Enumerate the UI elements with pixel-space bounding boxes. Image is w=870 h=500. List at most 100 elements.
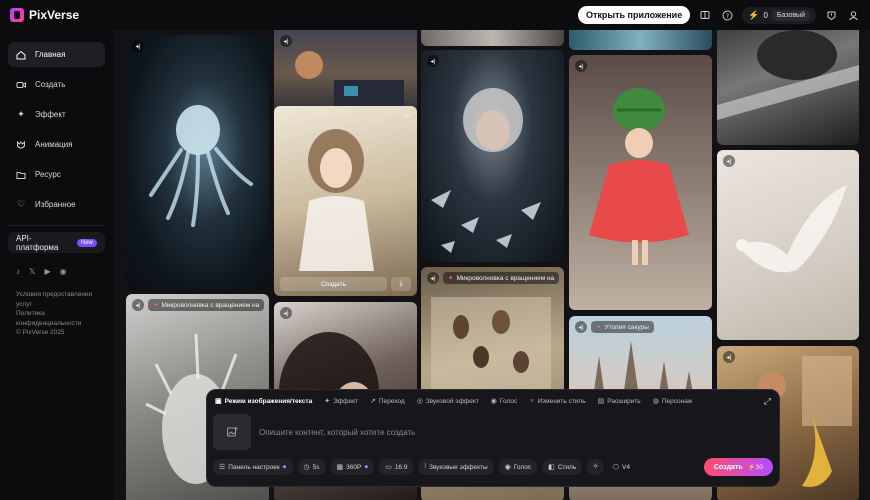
- credits-badge[interactable]: ⚡ 0 Базовый: [742, 6, 816, 24]
- terms-link[interactable]: Условия предоставления услуг: [16, 290, 97, 309]
- voice-button[interactable]: ◉ Голос: [498, 459, 538, 475]
- audio-icon[interactable]: ◂): [575, 321, 587, 333]
- copyright: © PixVerse 2025: [16, 329, 65, 336]
- user-icon[interactable]: [846, 8, 860, 22]
- audio-icon[interactable]: ◂): [280, 307, 292, 319]
- help-icon[interactable]: ?: [720, 8, 734, 22]
- feed-card-armor[interactable]: [717, 30, 859, 145]
- cost-badge: ⚡30: [748, 463, 763, 471]
- feed-card-top-strip-2[interactable]: [569, 30, 712, 50]
- create-button[interactable]: Создать ⚡30: [703, 458, 773, 476]
- style-button[interactable]: ◧ Стиль: [542, 459, 583, 475]
- feed-card-watermelon-girl[interactable]: ◂): [569, 55, 712, 310]
- expand-icon[interactable]: ⤢: [764, 396, 771, 407]
- tab-transition[interactable]: ↗ Переход: [370, 397, 405, 406]
- settings-panel-button[interactable]: ☰ Панель настроек ◆: [213, 459, 293, 475]
- effect-tag-label: Микроволновка с вращением на: [456, 274, 555, 282]
- sidebar-item-create[interactable]: Создать: [8, 72, 105, 97]
- effect-tag[interactable]: ✦ Утопия сакуры: [591, 321, 654, 333]
- tiktok-icon[interactable]: ♪: [16, 267, 20, 276]
- api-platform-button[interactable]: API-платформа New: [8, 232, 105, 253]
- card-badge: ◂): [280, 307, 292, 319]
- card-badge: ◂) ✦ Утопия сакуры: [575, 321, 654, 333]
- sliders-icon: ☰: [219, 464, 226, 471]
- x-icon[interactable]: 𝕏: [29, 267, 35, 276]
- prompt-row: [207, 412, 779, 452]
- sidebar-item-home[interactable]: Главная: [8, 42, 105, 67]
- voice-icon: ◉: [504, 464, 511, 471]
- sidebar-item-label: Эффект: [35, 110, 66, 119]
- audio-icon[interactable]: ◂): [132, 299, 144, 311]
- model-label: V4: [621, 463, 630, 471]
- tab-character[interactable]: ◍ Персонаж: [653, 397, 693, 406]
- sidebar-item-favorites[interactable]: ♡ Избранное: [8, 192, 105, 217]
- feed-card-white-bird[interactable]: ◂): [717, 150, 859, 340]
- youtube-icon[interactable]: ▶: [44, 267, 50, 276]
- effect-tag[interactable]: ✦ Микроволновка с вращением на: [443, 272, 560, 284]
- sidebar-item-label: Создать: [35, 80, 66, 89]
- top-actions: Открыть приложение ? ⚡ 0 Базовый: [578, 6, 860, 24]
- tool-label: Панель настроек: [228, 463, 280, 471]
- duration-button[interactable]: ◷ 5s: [297, 459, 326, 475]
- card-badge: ◂): [575, 60, 587, 72]
- tab-sound-effect[interactable]: ◎ Звуковой эффект: [417, 397, 479, 406]
- video-camera-icon: [16, 80, 26, 90]
- effect-tag-label: Утопия сакуры: [604, 323, 649, 331]
- privacy-link[interactable]: Политика конфиденциальности: [16, 309, 97, 328]
- feed-card-octopus[interactable]: ◂): [126, 35, 269, 290]
- prompt-input[interactable]: [259, 427, 773, 437]
- clock-icon: ◷: [303, 464, 310, 471]
- tab-restyle[interactable]: ♆ Изменить стиль: [529, 398, 585, 405]
- bolt-icon: ⚡: [748, 9, 760, 20]
- create-from-card-button[interactable]: Создать: [280, 277, 387, 291]
- feed-card-anime-girl[interactable]: ▭ Создать ⤓: [274, 106, 417, 296]
- armor-illustration: [717, 30, 859, 120]
- sidebar-item-resource[interactable]: Ресурс: [8, 162, 105, 187]
- sidebar-divider: [8, 225, 105, 226]
- sound-effects-button[interactable]: ⦚ Звуковые эффекты: [418, 459, 494, 475]
- feed-card-silver-warrior[interactable]: ◂): [421, 50, 564, 262]
- sidebar-item-animation[interactable]: Анимация: [8, 132, 105, 157]
- audio-icon[interactable]: ◂): [575, 60, 587, 72]
- aspect-ratio-button[interactable]: ▭ 16:9: [379, 459, 414, 475]
- credit-icon: ⚡: [747, 464, 756, 471]
- tool-label: 5s: [312, 463, 320, 471]
- card-actions: Создать ⤓: [280, 277, 411, 291]
- sidebar-item-effect[interactable]: ✦ Эффект: [8, 102, 105, 127]
- quality-button[interactable]: ▦ 360P ◆: [330, 459, 375, 475]
- audio-icon[interactable]: ◂): [132, 40, 144, 52]
- tab-label: Изменить стиль: [537, 397, 586, 405]
- audio-icon[interactable]: ◂): [280, 35, 292, 47]
- logo-icon: [10, 8, 24, 22]
- logo[interactable]: PixVerse: [10, 8, 79, 22]
- effect-tag[interactable]: ✦ Микроволновка с вращением на: [148, 299, 265, 311]
- audio-icon[interactable]: ◂): [723, 155, 735, 167]
- book-icon[interactable]: [698, 8, 712, 22]
- open-app-button[interactable]: Открыть приложение: [578, 6, 691, 24]
- discord-icon[interactable]: ◉: [60, 267, 67, 276]
- tool-label: 16:9: [394, 463, 408, 471]
- tool-label: Стиль: [557, 463, 577, 471]
- more-options-button[interactable]: ⟡: [587, 459, 604, 475]
- effect-tag-label: Микроволновка с вращением на: [161, 301, 260, 309]
- upload-image-button[interactable]: [213, 414, 251, 450]
- api-platform-label: API-платформа: [16, 233, 59, 252]
- tab-extend[interactable]: ▤ Расширить: [598, 397, 641, 406]
- sidebar: Главная Создать ✦ Эффект Анимация Ресурс…: [0, 30, 113, 500]
- aspect-ratio-icon: ▭: [385, 464, 392, 471]
- tab-image-text-mode[interactable]: ▣ Режим изображения/текста: [215, 397, 312, 406]
- notification-icon[interactable]: [824, 8, 838, 22]
- tab-label: Расширить: [607, 397, 641, 405]
- audio-icon[interactable]: ◂): [427, 55, 439, 67]
- audio-icon[interactable]: ◂): [723, 351, 735, 363]
- tab-effect[interactable]: ✦ Эффект: [324, 397, 358, 406]
- quality-icon: ▦: [336, 464, 344, 471]
- download-icon[interactable]: ⤓: [391, 277, 411, 291]
- social-links: ♪ 𝕏 ▶ ◉: [8, 253, 105, 284]
- sparkle-icon: ✦: [324, 398, 331, 405]
- card-badge: ◂): [723, 155, 735, 167]
- feed-card-top-strip[interactable]: [421, 30, 564, 46]
- tab-voice[interactable]: ◉ Голос: [491, 397, 517, 406]
- audio-icon[interactable]: ◂): [427, 272, 439, 284]
- model-selector[interactable]: ⬡ V4: [613, 463, 630, 472]
